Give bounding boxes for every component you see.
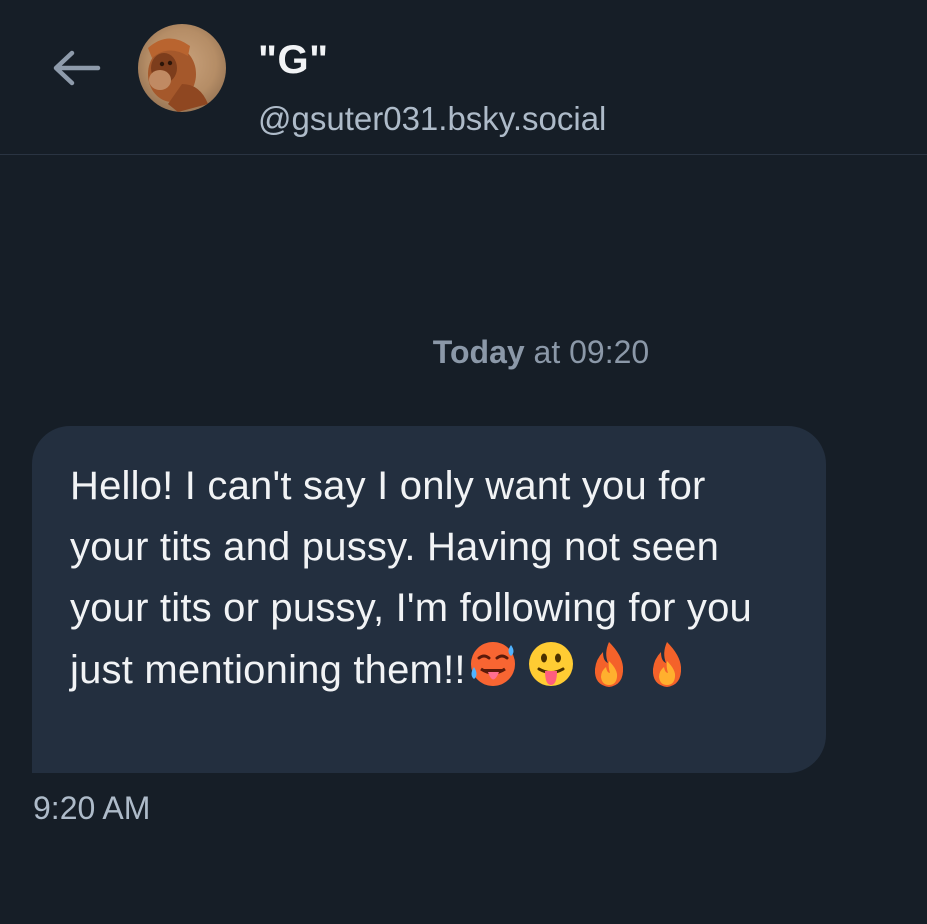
user-handle[interactable]: @gsuter031.bsky.social [258, 100, 606, 138]
message-timestamp: 9:20 AM [33, 790, 151, 826]
date-separator-day: Today [432, 334, 525, 370]
fire-emoji [652, 642, 681, 687]
message-bubble[interactable]: Hello! I can't say I only want you for y… [32, 426, 826, 773]
tongue-out-emoji [528, 642, 573, 686]
message-emojis [466, 639, 694, 689]
avatar[interactable] [138, 24, 226, 112]
arrow-left-icon [53, 50, 101, 86]
fire-emoji [594, 642, 623, 687]
message-text: Hello! I can't say I only want you for y… [70, 456, 790, 701]
date-separator-time: at 09:20 [524, 334, 650, 370]
date-separator: Today at 09:20 [0, 334, 927, 371]
conversation-header: "G" @gsuter031.bsky.social [0, 0, 927, 155]
dm-conversation-screen: "G" @gsuter031.bsky.social Today at 09:2… [0, 0, 927, 924]
display-name[interactable]: "G" [258, 38, 329, 83]
hot-face-emoji [470, 642, 515, 686]
back-button[interactable] [48, 44, 104, 92]
